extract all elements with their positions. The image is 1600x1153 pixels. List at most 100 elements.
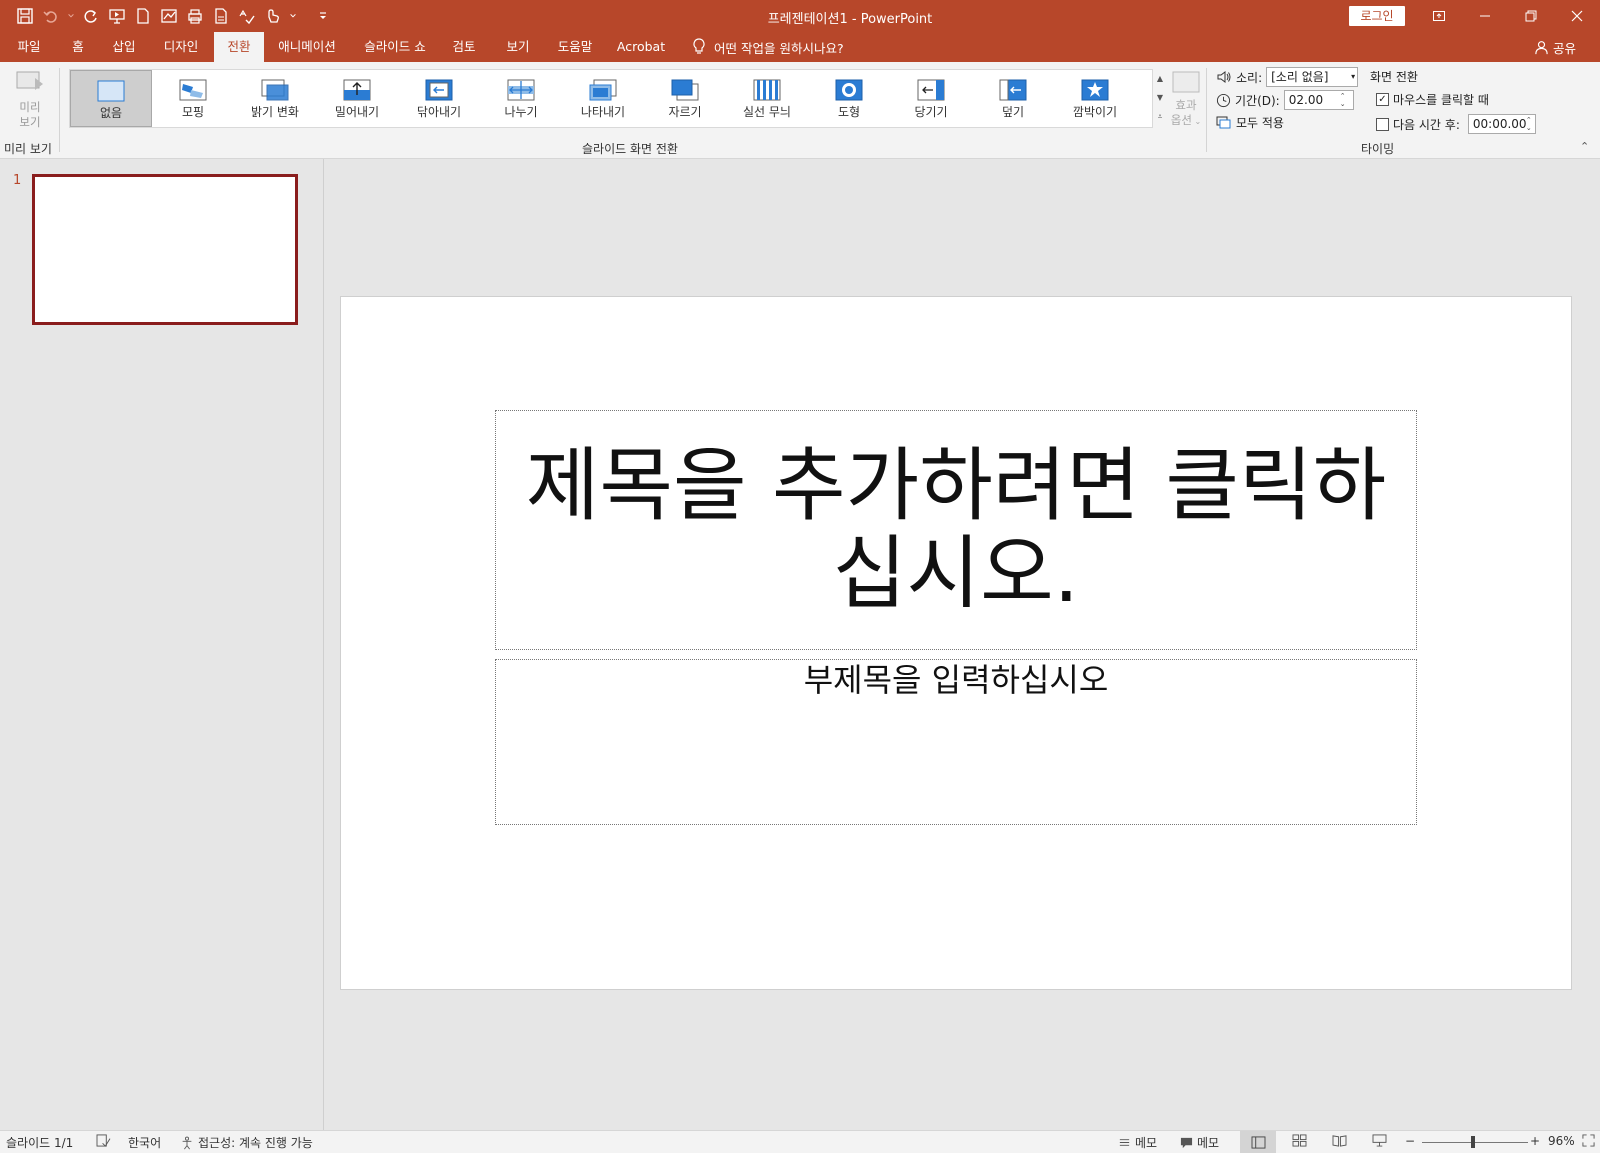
sound-value: [소리 없음] xyxy=(1271,70,1329,84)
slide-number: 1 xyxy=(13,173,22,188)
tab-view[interactable]: 보기 xyxy=(500,32,536,62)
group-divider xyxy=(1206,68,1207,152)
notes-label: 메모 xyxy=(1135,1136,1158,1150)
after-time-row: 다음 시간 후: 00:00.00 ⌃ ⌄ xyxy=(1376,114,1536,134)
transition-cut[interactable]: 자르기 xyxy=(644,70,726,127)
effect-options-label-1: 효과 xyxy=(1175,98,1197,112)
subtitle-placeholder[interactable]: 부제목을 입력하십시오 xyxy=(495,659,1417,825)
transition-split[interactable]: 나누기 xyxy=(480,70,562,127)
transition-gallery: 없음 모핑 밝기 변화 밀어내기 닦아내기 나누기 나타내기 자르기 실선 무늬… xyxy=(69,69,1153,128)
title-placeholder[interactable]: 제목을 추가하려면 클릭하십시오. xyxy=(495,410,1417,650)
transition-label: 밝기 변화 xyxy=(251,105,299,119)
transition-label: 나누기 xyxy=(504,105,538,119)
cut-transition-icon xyxy=(671,79,699,101)
notes-button[interactable]: 메모 xyxy=(1118,1134,1157,1151)
duration-spinner[interactable]: ⌃ ⌄ xyxy=(1340,92,1346,108)
zoom-in-button[interactable]: + xyxy=(1530,1134,1540,1148)
transition-morph[interactable]: 모핑 xyxy=(152,70,234,127)
zoom-out-button[interactable]: − xyxy=(1405,1134,1415,1148)
transition-cover[interactable]: 덮기 xyxy=(972,70,1054,127)
clock-icon xyxy=(1216,93,1231,107)
transition-shape[interactable]: 도형 xyxy=(808,70,890,127)
sound-select[interactable]: [소리 없음] ▾ xyxy=(1266,67,1359,87)
slide-canvas[interactable]: 제목을 추가하려면 클릭하십시오. 부제목을 입력하십시오 xyxy=(340,296,1572,990)
zoom-slider-thumb[interactable] xyxy=(1470,1136,1475,1148)
reading-view-button[interactable] xyxy=(1332,1134,1347,1147)
tab-slide-show[interactable]: 슬라이드 쇼 xyxy=(358,32,432,62)
transition-uncover[interactable]: 당기기 xyxy=(890,70,972,127)
uncover-transition-icon xyxy=(917,79,945,101)
after-checkbox[interactable] xyxy=(1376,117,1389,131)
ribbon-display-options-button[interactable] xyxy=(1416,0,1462,32)
tell-me-search[interactable]: 어떤 작업을 원하시나요? xyxy=(692,32,844,62)
tab-file[interactable]: 파일 xyxy=(8,32,50,62)
ribbon-tabs: 파일 홈 삽입 디자인 전환 애니메이션 슬라이드 쇼 검토 보기 도움말 Ac… xyxy=(0,32,1600,64)
transition-fade[interactable]: 밝기 변화 xyxy=(234,70,316,127)
lightbulb-icon xyxy=(693,38,705,54)
preview-icon xyxy=(16,71,43,90)
gallery-more[interactable]: ⩡ xyxy=(1153,107,1167,126)
tab-home[interactable]: 홈 xyxy=(63,32,93,62)
spelling-status-button[interactable] xyxy=(96,1134,111,1147)
slide-thumbnail[interactable] xyxy=(32,174,298,325)
speaker-icon xyxy=(1217,71,1231,83)
effect-options-icon xyxy=(1172,71,1200,93)
slide-show-button[interactable] xyxy=(1372,1134,1387,1147)
tab-animations[interactable]: 애니메이션 xyxy=(272,32,342,62)
chevron-down-icon: ⌄ xyxy=(1191,117,1202,126)
subtitle-placeholder-text: 부제목을 입력하십시오 xyxy=(803,661,1109,699)
transition-random-bars[interactable]: 실선 무늬 xyxy=(726,70,808,127)
accessibility-button[interactable]: 접근성: 계속 진행 가능 xyxy=(180,1134,313,1151)
on-mouse-click-checkbox[interactable]: ✓ 마우스를 클릭할 때 xyxy=(1376,91,1489,108)
preview-button[interactable]: 미리 보기 xyxy=(10,70,50,130)
reading-view-icon xyxy=(1332,1135,1347,1147)
transition-label: 당기기 xyxy=(914,105,948,119)
restore-button[interactable] xyxy=(1508,0,1554,32)
effect-options-button[interactable]: 효과 옵션 ⌄ xyxy=(1166,70,1206,129)
comments-label: 메모 xyxy=(1197,1136,1220,1150)
share-button[interactable]: 공유 xyxy=(1534,32,1576,62)
login-button[interactable]: 로그인 xyxy=(1349,6,1405,26)
transition-reveal[interactable]: 나타내기 xyxy=(562,70,644,127)
transition-label: 덮기 xyxy=(1001,105,1025,119)
minimize-button[interactable] xyxy=(1462,0,1508,32)
zoom-level[interactable]: 96% xyxy=(1548,1134,1575,1148)
transition-push[interactable]: 밀어내기 xyxy=(316,70,398,127)
gallery-scroll-up[interactable]: ▲ xyxy=(1153,69,1167,88)
after-time-spinner[interactable]: ⌃ ⌄ xyxy=(1526,116,1532,132)
tab-acrobat[interactable]: Acrobat xyxy=(612,32,670,62)
morph-transition-icon xyxy=(179,79,207,101)
transition-label: 자르기 xyxy=(668,105,702,119)
share-label: 공유 xyxy=(1552,40,1576,56)
transition-wipe[interactable]: 닦아내기 xyxy=(398,70,480,127)
slide-sorter-button[interactable] xyxy=(1292,1134,1307,1147)
random-bars-transition-icon xyxy=(753,79,781,101)
comments-button[interactable]: 메모 xyxy=(1180,1134,1219,1151)
spelling-status-icon xyxy=(96,1134,111,1147)
preview-group-label: 미리 보기 xyxy=(4,142,52,156)
preview-label-2: 보기 xyxy=(19,115,41,129)
tab-insert[interactable]: 삽입 xyxy=(106,32,142,62)
ribbon-display-icon xyxy=(1433,11,1445,21)
transition-none[interactable]: 없음 xyxy=(70,70,152,127)
fit-to-window-button[interactable] xyxy=(1582,1134,1595,1147)
language-button[interactable]: 한국어 xyxy=(128,1134,161,1151)
collapse-ribbon-button[interactable]: ⌃ xyxy=(1580,140,1589,153)
tab-review[interactable]: 검토 xyxy=(446,32,482,62)
transition-label: 도형 xyxy=(837,105,861,119)
transition-flash[interactable]: 깜박이기 xyxy=(1054,70,1136,127)
gallery-scroll-down[interactable]: ▼ xyxy=(1153,88,1167,107)
tab-transitions[interactable]: 전환 xyxy=(214,32,264,64)
close-button[interactable] xyxy=(1554,0,1600,32)
tab-design[interactable]: 디자인 xyxy=(156,32,206,62)
apply-all-button[interactable]: 모두 적용 xyxy=(1216,114,1284,131)
tab-help[interactable]: 도움말 xyxy=(550,32,600,62)
advance-slide-heading: 화면 전환 xyxy=(1370,70,1418,84)
title-placeholder-text: 제목을 추가하려면 클릭하십시오. xyxy=(525,439,1387,620)
normal-view-button[interactable] xyxy=(1240,1131,1276,1153)
title-bar: 프레젠테이션1 - PowerPoint 로그인 xyxy=(0,0,1600,32)
transition-label: 나타내기 xyxy=(580,105,626,119)
cover-transition-icon xyxy=(999,79,1027,101)
checkbox-checked[interactable]: ✓ xyxy=(1376,93,1389,106)
zoom-slider-track[interactable] xyxy=(1422,1142,1528,1143)
